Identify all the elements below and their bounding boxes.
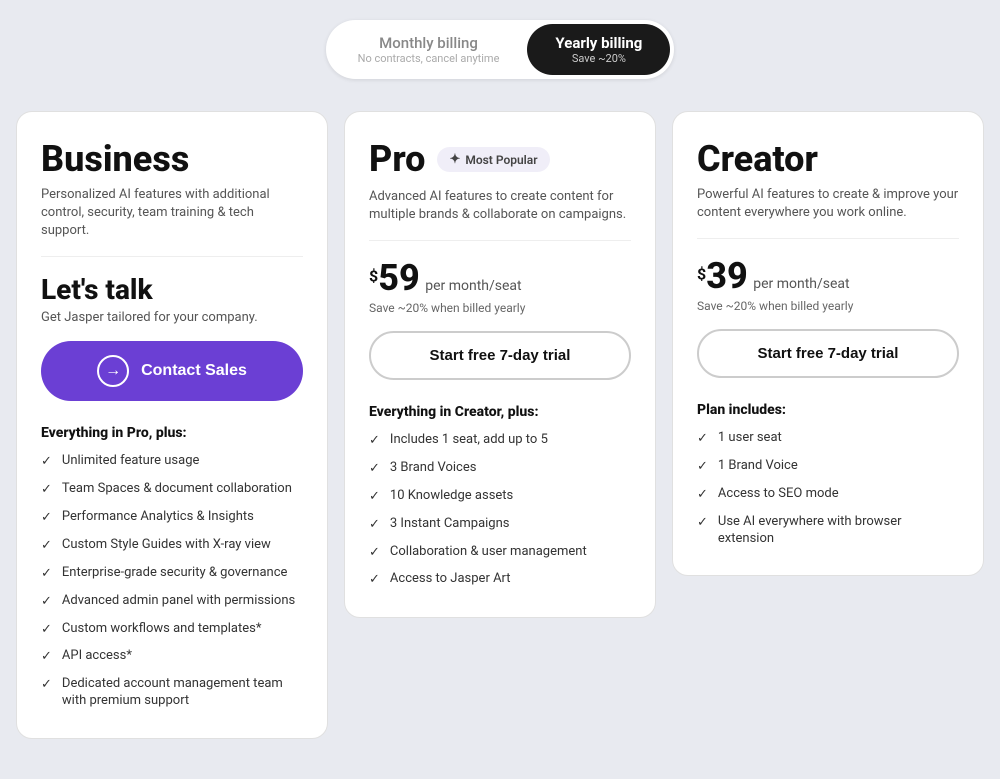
divider [41, 256, 303, 257]
monthly-billing-sublabel: No contracts, cancel anytime [358, 52, 500, 65]
list-item: ✓ 1 user seat [697, 430, 959, 448]
check-icon: ✓ [369, 517, 380, 534]
list-item: ✓ Performance Analytics & Insights [41, 509, 303, 527]
creator-trial-label: Start free 7-day trial [758, 345, 899, 362]
business-feature-list: ✓ Unlimited feature usage ✓ Team Spaces … [41, 453, 303, 710]
creator-feature-list: ✓ 1 user seat ✓ 1 Brand Voice ✓ Access t… [697, 430, 959, 547]
pro-trial-label: Start free 7-day trial [430, 347, 571, 364]
list-item: ✓ Collaboration & user management [369, 544, 631, 562]
check-icon: ✓ [41, 510, 52, 527]
pro-amount: 59 [378, 257, 420, 299]
check-icon: ✓ [369, 572, 380, 589]
check-icon: ✓ [369, 545, 380, 562]
pro-description: Advanced AI features to create content f… [369, 188, 631, 224]
creator-features-heading: Plan includes: [697, 402, 959, 418]
check-icon: ✓ [41, 566, 52, 583]
check-icon: ✓ [369, 433, 380, 450]
creator-amount: 39 [706, 255, 748, 297]
check-icon: ✓ [41, 649, 52, 666]
list-item: ✓ Dedicated account management team with… [41, 676, 303, 710]
check-icon: ✓ [369, 489, 380, 506]
pro-title: Pro [369, 140, 425, 180]
badge-label: Most Popular [465, 153, 537, 167]
business-features-heading: Everything in Pro, plus: [41, 425, 303, 441]
yearly-billing-label: Yearly billing [555, 34, 642, 52]
pro-currency: $ [369, 267, 378, 286]
list-item: ✓ 10 Knowledge assets [369, 488, 631, 506]
list-item: ✓ Access to Jasper Art [369, 571, 631, 589]
divider [369, 240, 631, 241]
pro-trial-button[interactable]: Start free 7-day trial [369, 331, 631, 380]
list-item: ✓ Team Spaces & document collaboration [41, 481, 303, 499]
creator-currency: $ [697, 265, 706, 284]
list-item: ✓ Use AI everywhere with browser extensi… [697, 514, 959, 548]
check-icon: ✓ [41, 538, 52, 555]
check-icon: ✓ [697, 459, 708, 476]
list-item: ✓ 3 Brand Voices [369, 460, 631, 478]
pro-period: per month/seat [425, 278, 521, 294]
list-item: ✓ Custom Style Guides with X-ray view [41, 537, 303, 555]
monthly-billing-option[interactable]: Monthly billing No contracts, cancel any… [330, 24, 528, 75]
billing-toggle[interactable]: Monthly billing No contracts, cancel any… [326, 20, 675, 79]
pro-features-heading: Everything in Creator, plus: [369, 404, 631, 420]
pro-price: $59 per month/seat [369, 257, 631, 299]
check-icon: ✓ [41, 622, 52, 639]
pro-savings: Save ~20% when billed yearly [369, 301, 631, 315]
creator-card: Creator Powerful AI features to create &… [672, 111, 984, 576]
business-price-subtext: Get Jasper tailored for your company. [41, 310, 303, 325]
pro-header-row: Pro ✦ Most Popular [369, 140, 631, 180]
check-icon: ✓ [697, 431, 708, 448]
check-icon: ✓ [369, 461, 380, 478]
contact-sales-label: Contact Sales [141, 362, 247, 380]
list-item: ✓ Advanced admin panel with permissions [41, 593, 303, 611]
yearly-billing-sublabel: Save ~20% [555, 52, 642, 65]
creator-savings: Save ~20% when billed yearly [697, 299, 959, 313]
list-item: ✓ API access* [41, 648, 303, 666]
business-price-heading: Let's talk [41, 273, 303, 306]
check-icon: ✓ [41, 594, 52, 611]
check-icon: ✓ [41, 677, 52, 694]
business-title: Business [41, 140, 303, 180]
list-item: ✓ Access to SEO mode [697, 486, 959, 504]
check-icon: ✓ [41, 482, 52, 499]
creator-title: Creator [697, 140, 959, 180]
creator-price: $39 per month/seat [697, 255, 959, 297]
creator-trial-button[interactable]: Start free 7-day trial [697, 329, 959, 378]
monthly-billing-label: Monthly billing [358, 34, 500, 52]
business-card: Business Personalized AI features with a… [16, 111, 328, 739]
contact-sales-button[interactable]: → Contact Sales [41, 341, 303, 401]
creator-description: Powerful AI features to create & improve… [697, 186, 959, 222]
pricing-cards: Business Personalized AI features with a… [16, 111, 984, 739]
pro-feature-list: ✓ Includes 1 seat, add up to 5 ✓ 3 Brand… [369, 432, 631, 589]
list-item: ✓ Includes 1 seat, add up to 5 [369, 432, 631, 450]
check-icon: ✓ [41, 454, 52, 471]
list-item: ✓ Unlimited feature usage [41, 453, 303, 471]
business-description: Personalized AI features with additional… [41, 186, 303, 241]
divider [697, 238, 959, 239]
list-item: ✓ 1 Brand Voice [697, 458, 959, 476]
sparkle-icon: ✦ [449, 152, 460, 167]
list-item: ✓ Custom workflows and templates* [41, 621, 303, 639]
yearly-billing-option[interactable]: Yearly billing Save ~20% [527, 24, 670, 75]
arrow-icon: → [97, 355, 129, 387]
most-popular-badge: ✦ Most Popular [437, 147, 549, 172]
list-item: ✓ Enterprise-grade security & governance [41, 565, 303, 583]
creator-period: per month/seat [753, 276, 849, 292]
pro-card: Pro ✦ Most Popular Advanced AI features … [344, 111, 656, 618]
check-icon: ✓ [697, 487, 708, 504]
check-icon: ✓ [697, 515, 708, 532]
list-item: ✓ 3 Instant Campaigns [369, 516, 631, 534]
